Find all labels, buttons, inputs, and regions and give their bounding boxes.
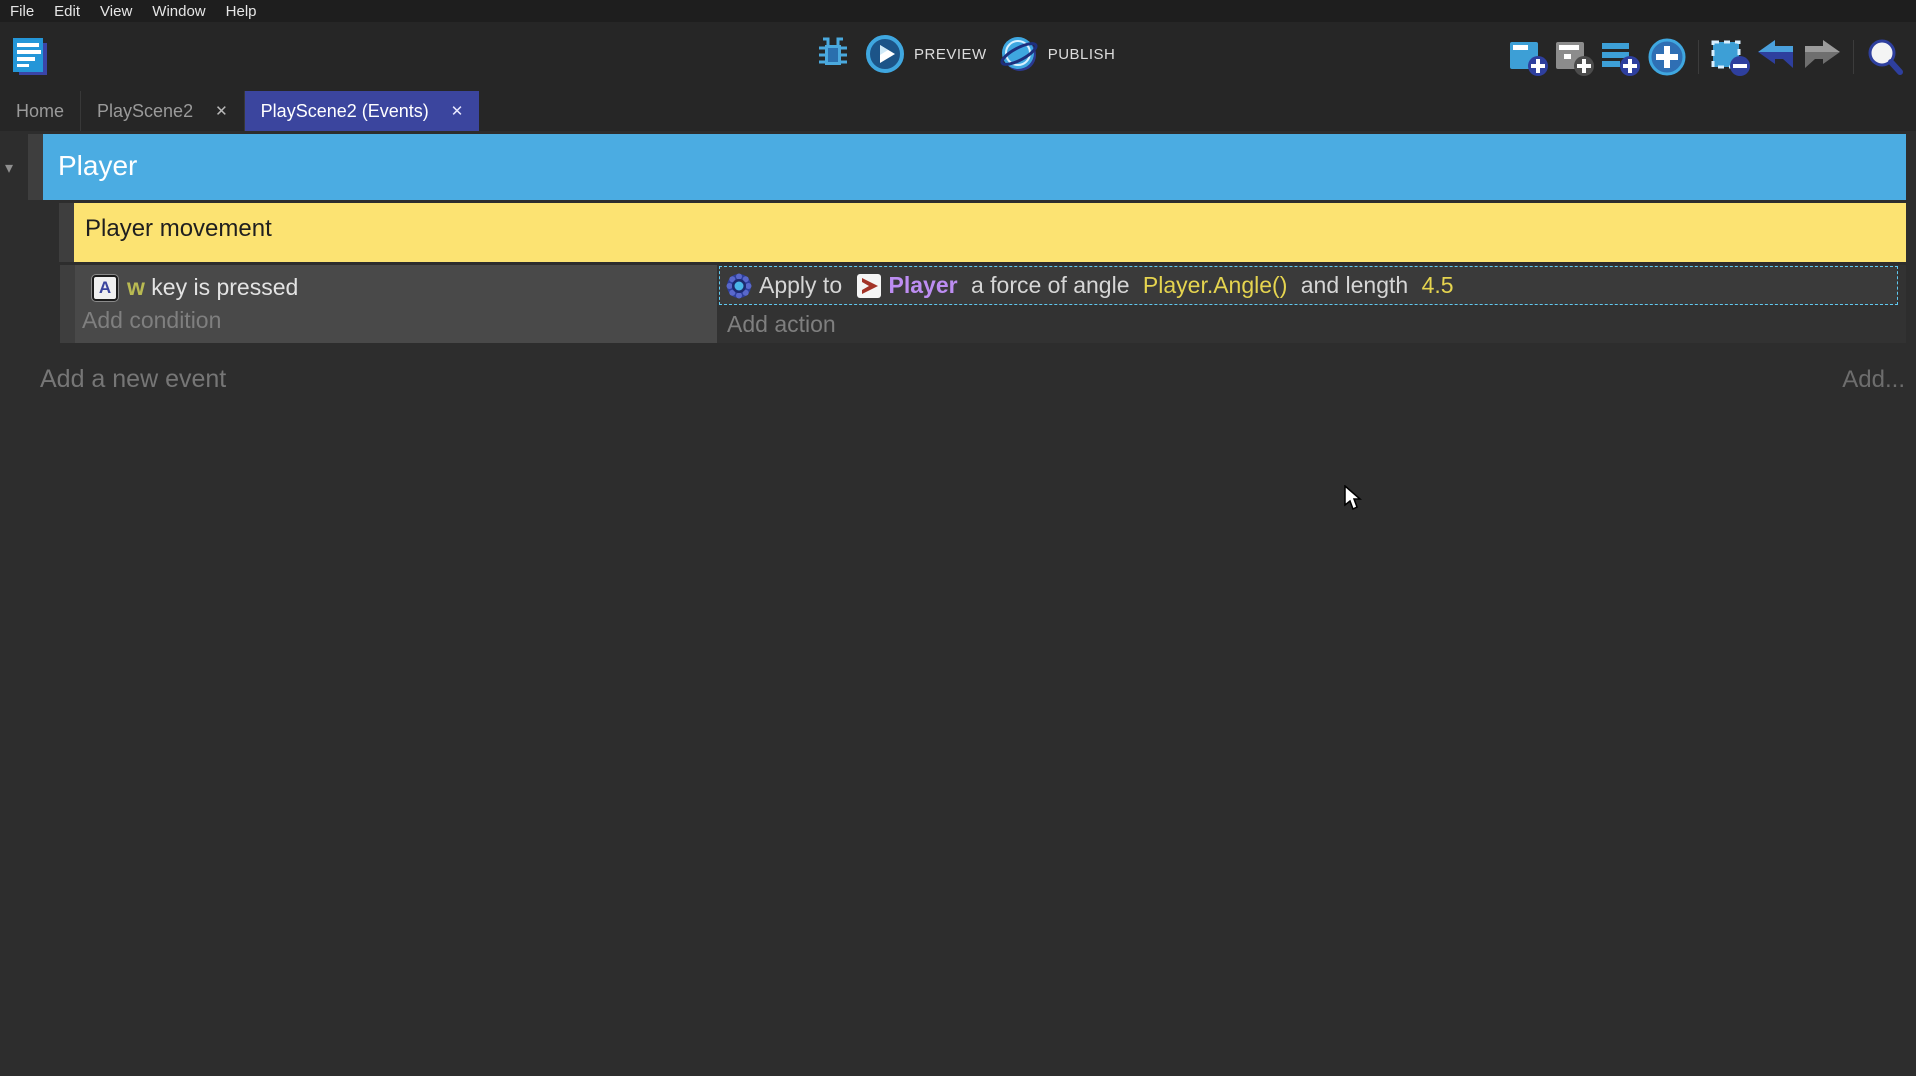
event-group-header[interactable]: Player: [43, 134, 1906, 200]
comment-drag-handle[interactable]: [59, 203, 74, 262]
close-tab-icon[interactable]: ✕: [215, 102, 228, 120]
publish-label: PUBLISH: [1048, 46, 1116, 63]
play-icon: [865, 34, 905, 74]
gdevelop-window: File Edit View Window Help: [0, 0, 1916, 1076]
add-new-event-button[interactable]: Add a new event: [40, 365, 226, 394]
add-more-button[interactable]: Add...: [1842, 366, 1905, 394]
condition-sentence: key is pressed: [145, 274, 298, 300]
events-sheet: ▾ Player Player movement A w key is pres…: [0, 131, 1916, 1076]
close-tab-icon[interactable]: ✕: [451, 102, 464, 120]
add-subevent-icon: [1555, 37, 1595, 77]
center-toolbar: PREVIEW PUBLISH: [813, 34, 1115, 74]
redo-icon: [1802, 37, 1842, 77]
add-comment-button[interactable]: [1601, 37, 1641, 77]
events-toolbar: [1509, 37, 1905, 77]
add-action-button[interactable]: Add action: [727, 311, 836, 338]
condition-key-pressed[interactable]: A w key is pressed: [75, 265, 717, 301]
project-manager-button[interactable]: [10, 36, 50, 78]
undo-icon: [1756, 37, 1796, 77]
add-event-icon: [1509, 37, 1549, 77]
tab-bar: Home PlayScene2 ✕ PlayScene2 (Events) ✕: [0, 91, 1916, 131]
menu-help[interactable]: Help: [216, 3, 267, 20]
publish-globe-icon: [999, 34, 1039, 74]
tab-playscene2[interactable]: PlayScene2 ✕: [81, 91, 245, 131]
menu-view[interactable]: View: [90, 3, 142, 20]
tab-label: PlayScene2 (Events): [261, 101, 429, 122]
action-apply-to: Apply to: [759, 272, 849, 299]
force-icon: [726, 273, 752, 299]
conditions-column: A w key is pressed Add condition: [75, 265, 717, 343]
action-apply-force[interactable]: Apply to Player a force of angle Player.…: [719, 266, 1898, 305]
condition-key-param: w: [127, 274, 145, 300]
choose-and-add-event-button[interactable]: [1647, 37, 1687, 77]
search-button[interactable]: [1865, 37, 1905, 77]
group-title: Player: [58, 150, 137, 181]
delete-selection-icon: [1710, 37, 1750, 77]
tab-label: Home: [16, 101, 64, 122]
standard-event: A w key is pressed Add condition: [60, 265, 1906, 343]
add-condition-button[interactable]: Add condition: [75, 301, 717, 334]
search-icon: [1865, 37, 1905, 77]
project-manager-icon: [10, 36, 50, 78]
menu-window[interactable]: Window: [142, 3, 215, 20]
tab-home[interactable]: Home: [0, 91, 81, 131]
undo-button[interactable]: [1756, 37, 1796, 77]
comment-event[interactable]: Player movement: [74, 203, 1906, 262]
add-subevent-button[interactable]: [1555, 37, 1595, 77]
bug-icon: [815, 36, 851, 72]
preview-label: PREVIEW: [914, 46, 987, 63]
group-drag-handle[interactable]: [28, 134, 43, 200]
menu-edit[interactable]: Edit: [44, 3, 90, 20]
action-length-value: 4.5: [1422, 272, 1454, 299]
menu-file[interactable]: File: [0, 3, 44, 20]
toolbar-separator: [1698, 40, 1699, 74]
tab-label: PlayScene2: [97, 101, 193, 122]
event-drag-handle[interactable]: [60, 265, 75, 343]
collapse-group-icon[interactable]: ▾: [5, 158, 13, 178]
condition-text: w key is pressed: [127, 274, 298, 301]
actions-column: Apply to Player a force of angle Player.…: [717, 265, 1906, 343]
delete-selection-button[interactable]: [1710, 37, 1750, 77]
action-text-angle: a force of angle: [965, 272, 1136, 299]
action-angle-expression: Player.Angle(): [1143, 272, 1287, 299]
add-event-button[interactable]: [1509, 37, 1549, 77]
keyboard-key-icon: A: [92, 275, 118, 301]
add-comment-icon: [1601, 37, 1641, 77]
redo-button[interactable]: [1802, 37, 1842, 77]
tab-playscene2-events[interactable]: PlayScene2 (Events) ✕: [245, 91, 480, 131]
publish-button[interactable]: PUBLISH: [999, 34, 1116, 74]
action-text-length: and length: [1294, 272, 1414, 299]
menu-bar: File Edit View Window Help: [0, 0, 1916, 22]
player-object-icon: [856, 273, 882, 299]
debugger-button[interactable]: [813, 34, 853, 74]
toolbar-separator: [1853, 40, 1854, 74]
comment-text: Player movement: [85, 215, 272, 242]
add-circle-icon: [1647, 37, 1687, 77]
preview-button[interactable]: PREVIEW: [865, 34, 987, 74]
action-object-name: Player: [889, 272, 958, 299]
toolbar: PREVIEW PUBLISH: [0, 22, 1916, 91]
